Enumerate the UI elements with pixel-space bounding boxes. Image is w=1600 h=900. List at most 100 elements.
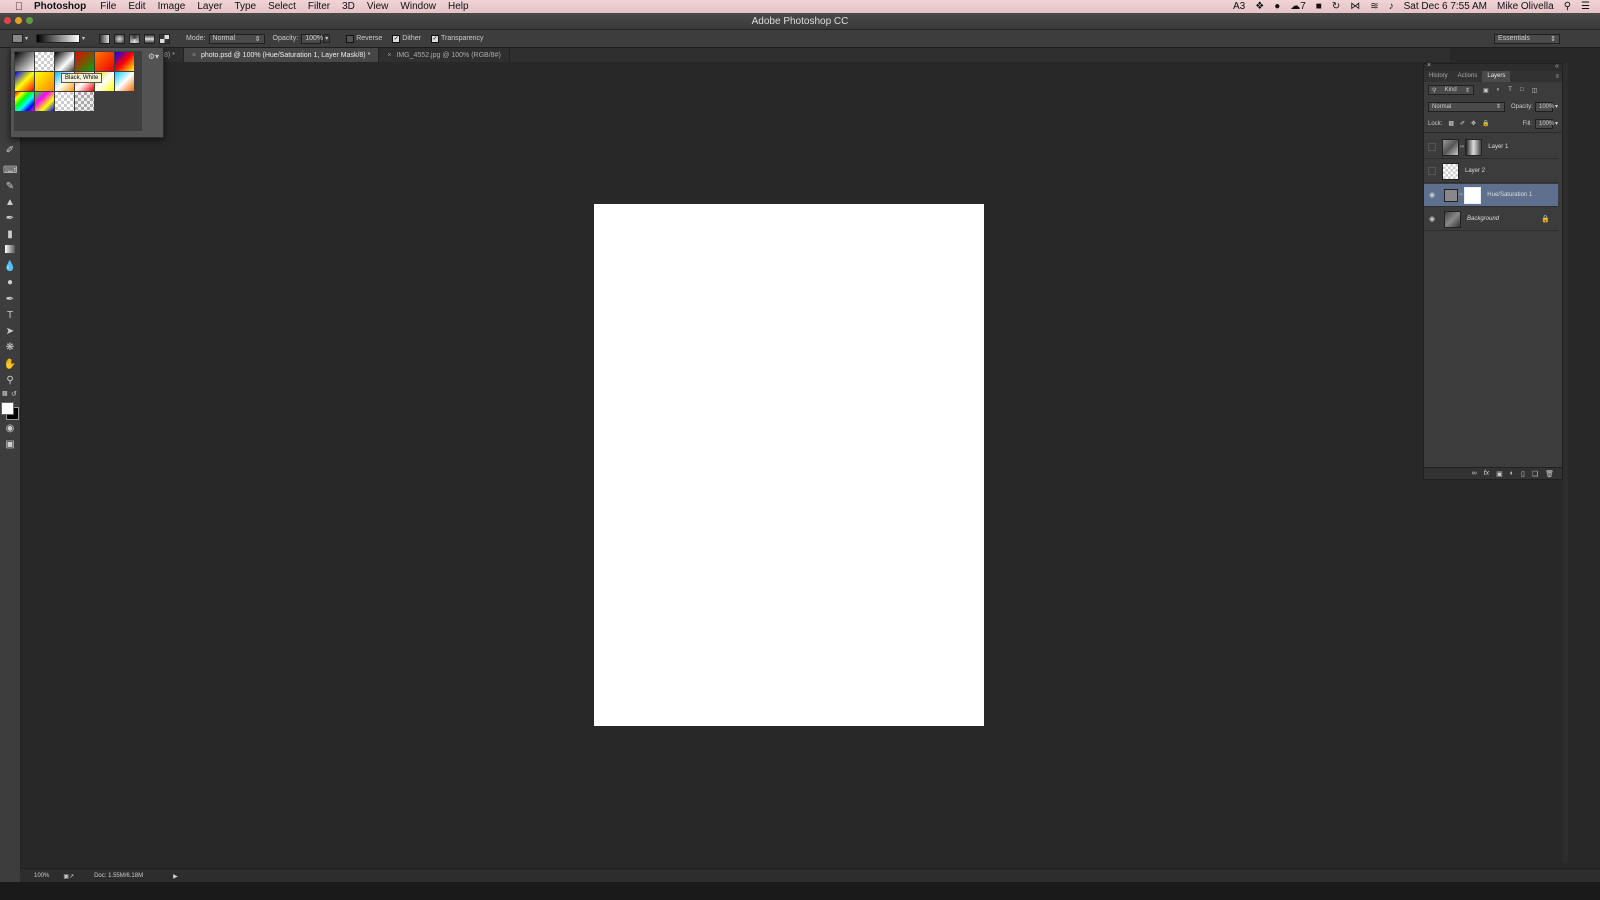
gradient-tool-icon[interactable] — [3, 244, 17, 257]
layer-filter-select[interactable]: ⚲ Kind ⇕ — [1428, 85, 1474, 95]
close-tab-icon[interactable]: × — [192, 52, 196, 59]
visibility-toggle[interactable] — [1428, 143, 1436, 151]
tab-photo-psd[interactable]: × photo.psd @ 100% (Hue/Saturation 1, La… — [183, 48, 380, 62]
filter-smart-object-icon[interactable]: ◫ — [1532, 87, 1538, 94]
filter-adjustment-icon[interactable]: ◐ — [1497, 87, 1501, 93]
tab-img-4552[interactable]: × IMG_4552.jpg @ 100% (RGB/8#) — [379, 48, 510, 62]
new-adjustment-icon[interactable]: ◐ — [1510, 470, 1514, 477]
visibility-toggle[interactable] — [1428, 167, 1436, 175]
gradient-preview[interactable] — [36, 34, 81, 43]
add-mask-icon[interactable]: ▣ — [1496, 470, 1503, 478]
link-icon[interactable]: ∞ — [1460, 144, 1464, 150]
blend-mode-select[interactable]: Normal ⇕ — [1428, 101, 1505, 112]
lock-position-icon[interactable]: ✥ — [1471, 120, 1476, 127]
app-menu-photoshop[interactable]: Photoshop — [34, 1, 86, 12]
dodge-tool-icon[interactable]: ● — [3, 276, 17, 289]
dropbox-icon[interactable]: ❖ — [1255, 1, 1264, 12]
layer-opacity-chevron-icon[interactable]: ▾ — [1555, 103, 1558, 110]
gradient-swatch[interactable] — [35, 52, 54, 71]
bluetooth-icon[interactable]: ⋈ — [1350, 1, 1360, 12]
foreground-color-swatch[interactable] — [1, 402, 14, 415]
menu-edit[interactable]: Edit — [128, 1, 145, 12]
mask-thumbnail[interactable] — [1465, 138, 1483, 156]
close-window-icon[interactable] — [4, 17, 11, 24]
time-machine-icon[interactable]: ↻ — [1332, 1, 1340, 12]
lock-all-icon[interactable]: 🔒 — [1482, 120, 1489, 127]
gradient-swatch[interactable] — [115, 52, 134, 71]
reflected-gradient-button[interactable] — [144, 33, 156, 44]
layer-name[interactable]: Hue/Saturation 1 — [1487, 192, 1532, 198]
filter-shape-icon[interactable]: □ — [1520, 87, 1524, 93]
custom-shape-tool-icon[interactable]: ❋ — [3, 341, 17, 354]
pen-tool-icon[interactable]: ✒ — [3, 293, 17, 306]
dither-checkbox[interactable]: ✓ Dither — [392, 34, 421, 43]
apple-icon[interactable]:  — [12, 1, 26, 13]
minimize-window-icon[interactable] — [15, 17, 22, 24]
quick-mask-icon[interactable]: ◉ — [3, 422, 17, 435]
default-colors-icon[interactable]: ▩ — [2, 390, 8, 397]
layer-row-background[interactable]: ◉ Background 🔒 — [1424, 208, 1558, 231]
mode-select[interactable]: Normal ⇕ — [208, 33, 265, 44]
blur-tool-icon[interactable]: 💧 — [3, 260, 17, 273]
gradient-swatch[interactable] — [115, 72, 134, 91]
close-tab-icon[interactable]: × — [387, 52, 391, 59]
reverse-checkbox[interactable]: Reverse — [346, 34, 382, 43]
radial-gradient-button[interactable] — [114, 33, 126, 44]
eye-icon[interactable]: ◉ — [1425, 191, 1439, 199]
gradient-swatch[interactable] — [15, 92, 34, 111]
mask-thumbnail[interactable] — [1464, 186, 1482, 204]
lock-transparent-icon[interactable]: ▩ — [1448, 120, 1454, 127]
type-tool-icon[interactable]: T — [3, 309, 17, 322]
layer-row-hue-saturation-1[interactable]: ◉ ∞ Hue/Saturation 1 — [1424, 184, 1558, 207]
reverse-check-box[interactable] — [346, 34, 355, 43]
filter-type-icon[interactable]: T — [1508, 87, 1512, 93]
zoom-window-icon[interactable] — [26, 17, 33, 24]
status-icons[interactable]: ▣↗ — [63, 873, 74, 880]
gradient-swatch[interactable] — [15, 52, 34, 71]
gradient-swatch[interactable] — [55, 92, 74, 111]
status-menu-arrow-icon[interactable]: ▶ — [173, 873, 178, 880]
menu-image[interactable]: Image — [158, 1, 186, 12]
gradient-swatch[interactable] — [75, 52, 94, 71]
menu-help[interactable]: Help — [448, 1, 469, 12]
tool-preset-chevron-icon[interactable]: ▾ — [25, 35, 28, 42]
tab-history[interactable]: History — [1424, 71, 1453, 82]
layer-row-layer-2[interactable]: Layer 2 — [1424, 160, 1558, 183]
menu-3d[interactable]: 3D — [342, 1, 355, 12]
panel-menu-icon[interactable]: ≡ — [1555, 74, 1559, 80]
menu-file[interactable]: File — [100, 1, 116, 12]
layer-opacity-input[interactable]: 100% — [1534, 101, 1554, 112]
menu-view[interactable]: View — [367, 1, 389, 12]
notification-list-icon[interactable]: ☰ — [1581, 1, 1590, 12]
linear-gradient-button[interactable] — [99, 33, 111, 44]
screen-mode-icon[interactable]: ▣ — [3, 438, 17, 451]
new-group-icon[interactable]: ▯ — [1521, 470, 1525, 478]
collapse-panels-icon[interactable]: « — [1555, 63, 1559, 70]
transparency-check-box[interactable]: ✓ — [430, 34, 439, 43]
layer-name[interactable]: Background — [1467, 216, 1499, 222]
hand-tool-icon[interactable]: ✋ — [3, 358, 17, 371]
link-layers-icon[interactable]: ∞ — [1472, 470, 1477, 477]
menu-layer[interactable]: Layer — [197, 1, 222, 12]
transparency-checkbox[interactable]: ✓ Transparency — [430, 34, 484, 43]
adobe-status-icon[interactable]: A3 — [1233, 1, 1245, 12]
fx-icon[interactable]: fx — [1484, 470, 1489, 477]
wifi-icon[interactable]: ≋ — [1370, 1, 1378, 12]
gradient-swatch[interactable] — [75, 92, 94, 111]
fill-input[interactable]: 100% — [1534, 118, 1554, 129]
menu-type[interactable]: Type — [234, 1, 256, 12]
path-selection-tool-icon[interactable]: ➤ — [3, 325, 17, 338]
gradient-swatch[interactable] — [15, 72, 34, 91]
workspace-select[interactable]: Essentials ⇕ — [1494, 33, 1560, 44]
document-canvas[interactable] — [594, 204, 984, 726]
gradient-swatch[interactable] — [35, 92, 54, 111]
menu-filter[interactable]: Filter — [308, 1, 330, 12]
evernote-icon[interactable]: ● — [1274, 1, 1280, 12]
zoom-tool-icon[interactable]: ⚲ — [3, 374, 17, 387]
layer-name[interactable]: Layer 2 — [1465, 168, 1485, 174]
gear-icon[interactable]: ⚙▾ — [148, 52, 159, 61]
user-name[interactable]: Mike Olivella — [1497, 1, 1554, 12]
spotlight-search-icon[interactable]: ⚲ — [1564, 1, 1571, 12]
creative-cloud-icon[interactable]: ☁7 — [1290, 1, 1306, 12]
tab-layers[interactable]: Layers — [1482, 71, 1511, 82]
